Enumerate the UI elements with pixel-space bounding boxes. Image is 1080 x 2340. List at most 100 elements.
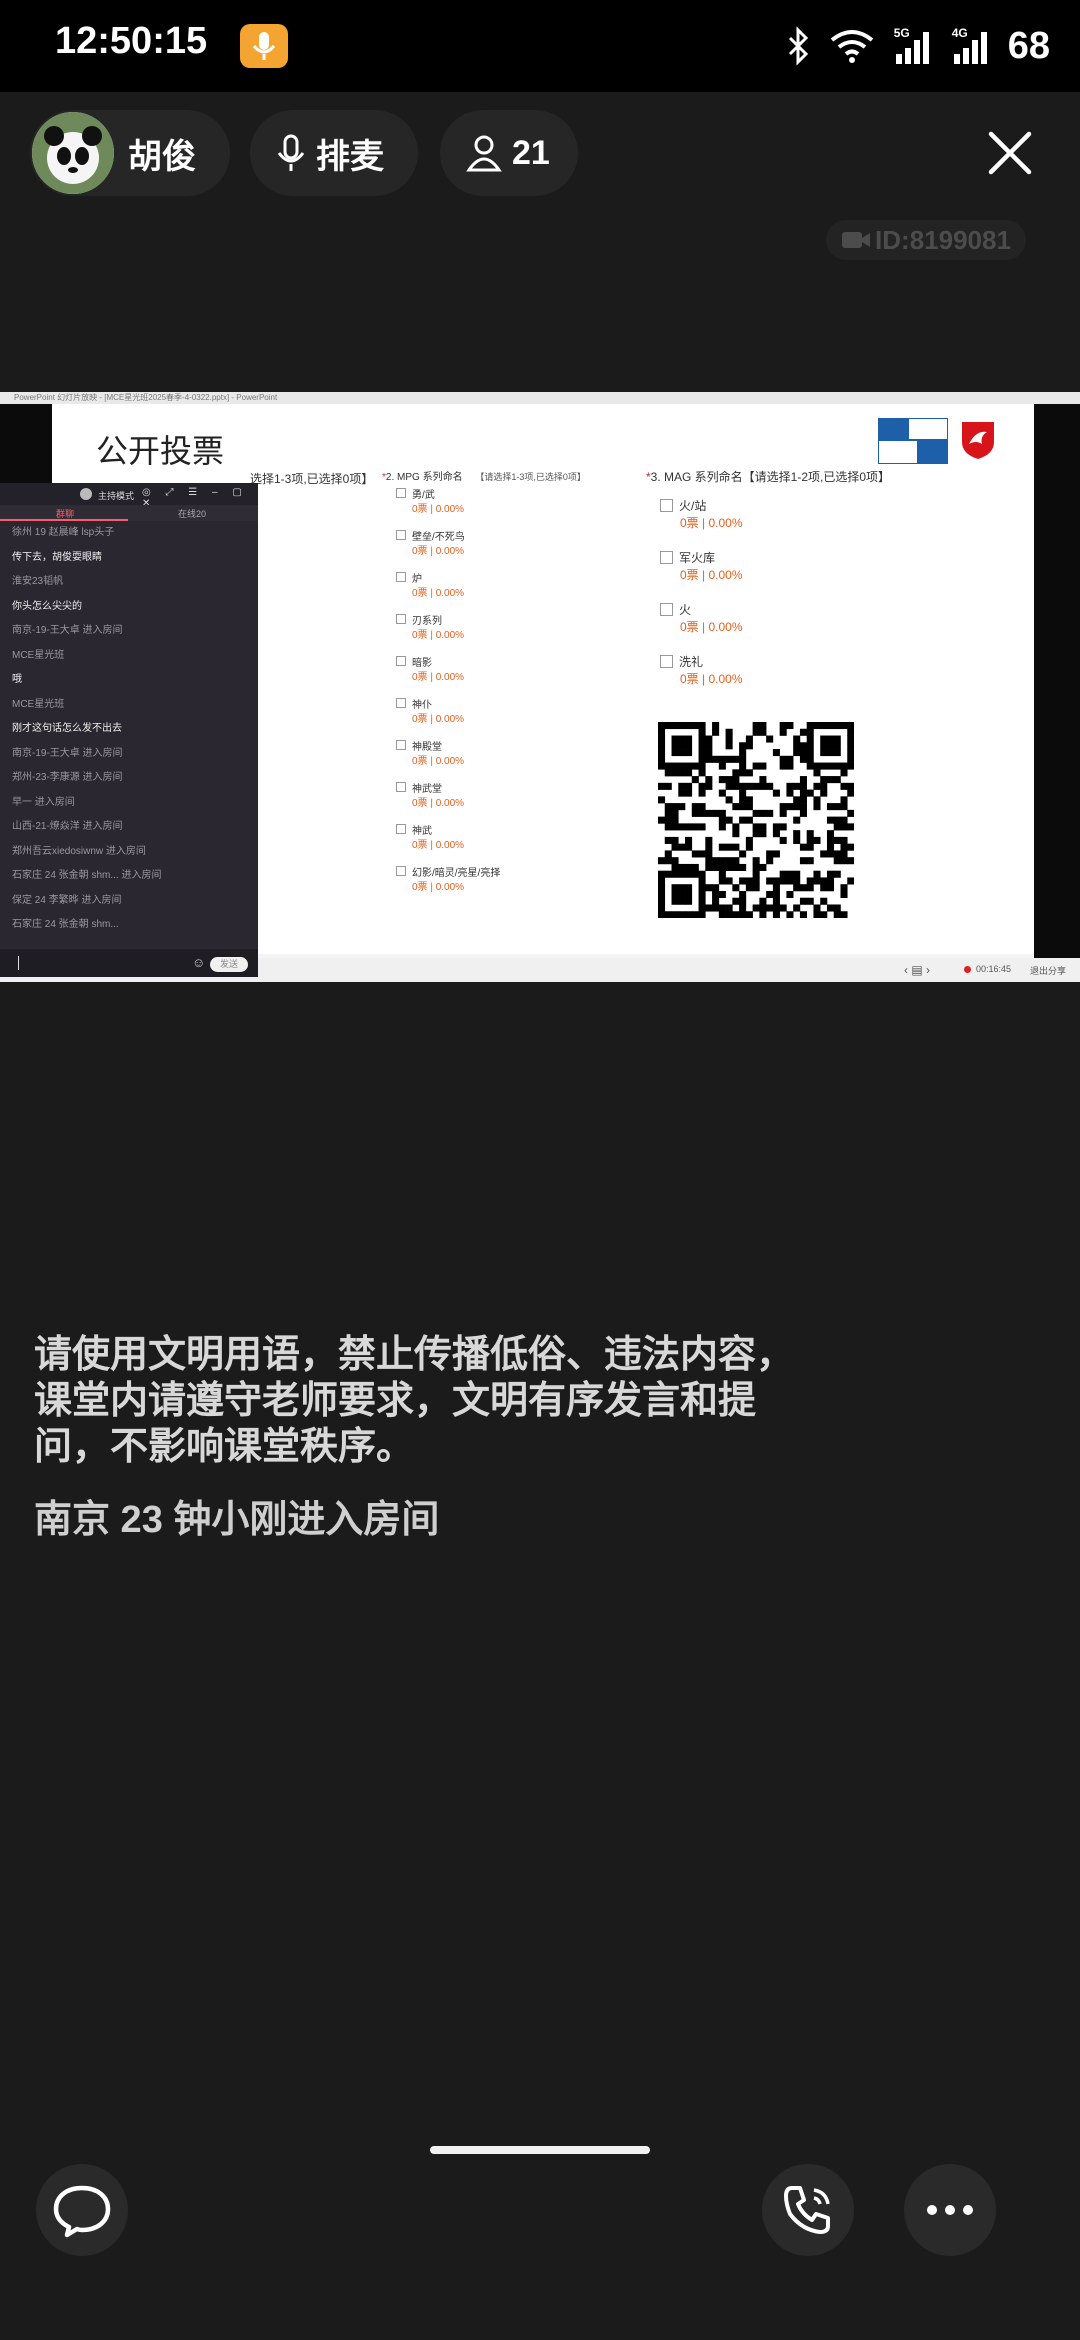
qr-module (793, 884, 801, 892)
qr-module (685, 735, 693, 743)
option-row[interactable]: 火/站 (660, 496, 743, 514)
qr-module (718, 776, 726, 784)
qr-module (799, 884, 807, 892)
chat-message: 传下去，胡俊耍眼睛 (12, 551, 102, 563)
more-dots-icon (927, 2205, 973, 2215)
host-profile[interactable]: 胡俊 (30, 110, 230, 196)
option-row[interactable]: 洗礼 (660, 652, 743, 670)
option-row[interactable]: 刃系列 (396, 612, 500, 627)
checkbox[interactable] (396, 866, 406, 876)
call-button[interactable] (762, 2164, 854, 2256)
queue-mic-button[interactable]: 排麦 (250, 110, 418, 196)
chat-message: 石家庄 24 张金朝 shm... 进入房间 (12, 870, 162, 881)
checkbox[interactable] (660, 498, 673, 512)
chat-panel[interactable]: 主持模式 ◎ ⤢ ☰ – ▢ ✕ 群聊 在线20 徐州 19 赵晨峰 lsp头子… (0, 483, 258, 977)
qr-module (793, 816, 801, 824)
qr-module (664, 816, 672, 824)
option-row[interactable]: 暗影 (396, 654, 500, 669)
qr-module (820, 782, 828, 790)
option-row[interactable]: 军火库 (660, 548, 743, 566)
qr-module (732, 776, 740, 784)
home-indicator[interactable] (430, 2146, 650, 2154)
option-label: 军火库 (679, 550, 716, 565)
qr-module (833, 836, 841, 844)
checkbox[interactable] (396, 782, 406, 792)
checkbox[interactable] (660, 602, 673, 616)
online-users-button[interactable]: 21 (440, 110, 578, 196)
tab-online[interactable]: 在线20 (178, 507, 206, 520)
option-row[interactable]: 壁垒/不死鸟 (396, 528, 500, 543)
qr-module (705, 843, 713, 851)
qr-module (799, 809, 807, 817)
option-row[interactable]: 勇/武 (396, 486, 500, 501)
question-2-options: 勇/武 0票 | 0.00% 壁垒/不死鸟 0票 | 0.00% 炉 0票 | 0.0… (396, 486, 500, 906)
qr-module (698, 755, 706, 763)
option-row[interactable]: 神殿堂 (396, 738, 500, 753)
qr-module (691, 850, 699, 858)
qr-module (799, 728, 807, 736)
more-button[interactable] (904, 2164, 996, 2256)
qr-module (813, 870, 821, 878)
emoji-icon[interactable]: ☺ (192, 955, 205, 970)
checkbox[interactable] (396, 656, 406, 666)
chat-input-bar[interactable]: ☺ 发送 (0, 949, 258, 977)
qr-module (712, 863, 720, 871)
checkbox[interactable] (396, 488, 406, 498)
qr-module (698, 722, 706, 730)
mic-active-icon (240, 24, 288, 68)
qr-module (745, 735, 753, 743)
qr-module (678, 823, 686, 831)
option-row[interactable]: 神仆 (396, 696, 500, 711)
qr-module (712, 890, 720, 899)
exit-share-button[interactable]: 退出分享 (1030, 964, 1066, 977)
qr-module (664, 809, 672, 817)
qr-module (840, 850, 848, 858)
option-row[interactable]: 神武 (396, 822, 500, 837)
qr-module (705, 850, 713, 858)
qr-module (671, 897, 679, 905)
qr-module (786, 762, 794, 770)
chat-button[interactable] (36, 2164, 128, 2256)
qr-module (705, 809, 713, 817)
option-row[interactable]: 神武堂 (396, 780, 500, 795)
qr-module (799, 911, 807, 919)
close-button[interactable] (985, 120, 1035, 186)
nav-arrows-icon[interactable]: ‹ ▤ › (904, 963, 930, 977)
qr-module (833, 904, 841, 912)
qr-module (759, 762, 767, 770)
qr-module (752, 904, 760, 912)
shared-screen[interactable]: PowerPoint 幻灯片放映 - [MCE星光班2025春季-4-0322.… (0, 392, 1080, 982)
checkbox[interactable] (396, 614, 406, 624)
qr-module (793, 749, 801, 757)
qr-module (799, 843, 807, 851)
qr-module (739, 904, 747, 912)
qr-module (691, 803, 699, 811)
option-row[interactable]: 火 (660, 600, 743, 618)
checkbox[interactable] (396, 530, 406, 540)
option-row[interactable]: 幻影/暗灵/亮星/亮择 (396, 864, 500, 879)
qr-module (833, 762, 841, 770)
qr-module (847, 809, 855, 817)
option-group: 火 0票 | 0.00% (660, 600, 743, 652)
checkbox[interactable] (396, 824, 406, 834)
checkbox[interactable] (396, 698, 406, 708)
qr-module (833, 735, 841, 743)
checkbox[interactable] (396, 740, 406, 750)
qr-module (664, 857, 672, 865)
qr-module (766, 890, 774, 899)
qr-module (712, 904, 720, 912)
checkbox[interactable] (660, 550, 673, 564)
qr-module (705, 863, 713, 871)
qr-module (826, 877, 835, 885)
qr-module (779, 722, 787, 730)
send-button[interactable]: 发送 (210, 957, 248, 972)
checkbox[interactable] (660, 654, 673, 668)
checkbox[interactable] (396, 572, 406, 582)
qr-module (779, 877, 787, 885)
qr-module (658, 897, 666, 905)
option-row[interactable]: 炉 (396, 570, 500, 585)
qr-module (671, 890, 679, 899)
qr-module (813, 722, 821, 730)
qr-module (752, 728, 760, 736)
qr-module (658, 742, 666, 750)
